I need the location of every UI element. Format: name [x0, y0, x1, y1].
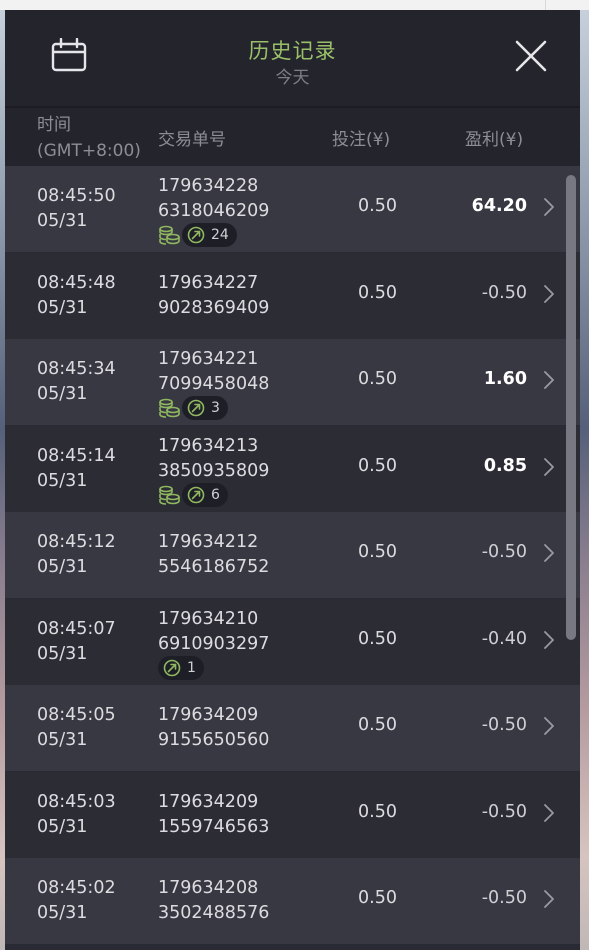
history-row[interactable]: 08:45:03 05/31 179634209 1559746563 0.50 -0.5… — [5, 771, 580, 858]
feature-count: 1 — [187, 659, 196, 676]
close-icon[interactable] — [513, 38, 549, 74]
history-row[interactable]: 08:45:12 05/31 179634212 5546186752 0.50 -0.5… — [5, 512, 580, 598]
feature-count: 6 — [211, 486, 220, 503]
row-order-id: 179634212 5546186752 — [158, 532, 270, 577]
row-bet: 0.50 — [358, 888, 397, 908]
history-row[interactable]: 08:45:07 05/31 179634210 6910903297 1 0.50 -0.… — [5, 598, 580, 685]
feature-count-badge: 3 — [182, 396, 228, 420]
history-row[interactable]: 08:45:14 05/31 179634213 3850935809 6 0.50 0.8… — [5, 425, 580, 512]
profit-column-header: 盈利(¥) — [465, 130, 524, 150]
chevron-right-icon[interactable] — [543, 803, 555, 823]
feature-count: 24 — [211, 227, 229, 243]
time-column-header: 时间 (GMT+8:00) — [37, 115, 141, 161]
row-profit: 0.85 — [483, 455, 527, 476]
row-time: 08:45:48 05/31 — [37, 272, 116, 318]
feature-count-badge: 24 — [182, 223, 237, 247]
coins-icon — [158, 225, 180, 245]
row-profit: -0.50 — [481, 542, 527, 562]
chevron-right-icon[interactable] — [543, 457, 555, 477]
order-column-header: 交易单号 — [158, 130, 226, 150]
row-order-id: 179634221 7099458048 — [158, 349, 270, 394]
scrollbar-thumb[interactable] — [566, 175, 576, 640]
row-order-id: 179634209 9155650560 — [158, 705, 270, 750]
row-bet: 0.50 — [358, 196, 397, 216]
row-bet: 0.50 — [358, 282, 397, 303]
row-bet: 0.50 — [358, 628, 397, 649]
chevron-right-icon[interactable] — [543, 284, 555, 304]
chevron-right-icon[interactable] — [543, 543, 555, 563]
feature-count-badge: 6 — [182, 482, 228, 507]
column-headers: 时间 (GMT+8:00) 交易单号 投注(¥) 盈利(¥) — [5, 106, 580, 166]
history-row[interactable]: 08:45:34 05/31 179634221 7099458048 3 0.50 1.6… — [5, 339, 580, 425]
row-time: 08:45:07 05/31 — [37, 618, 116, 664]
coins-icon — [158, 485, 180, 505]
chevron-right-icon[interactable] — [543, 889, 555, 909]
row-time: 08:45:50 05/31 — [37, 186, 116, 231]
row-profit: 1.60 — [483, 369, 527, 389]
row-bet: 0.50 — [358, 455, 397, 476]
feature-count: 3 — [211, 400, 220, 416]
row-time: 08:45:03 05/31 — [37, 791, 116, 837]
coins-icon — [158, 398, 180, 418]
browser-top-strip — [0, 0, 589, 10]
history-row[interactable]: 08:45:50 05/31 179634228 6318046209 24 0.50 64… — [5, 166, 580, 252]
row-time: 08:45:05 05/31 — [37, 705, 116, 750]
panel-header: 历史记录 今天 — [5, 10, 580, 106]
history-row[interactable]: 08:45:02 05/31 179634208 3502488576 0.50 -0.5… — [5, 858, 580, 944]
bet-column-header: 投注(¥) — [332, 130, 391, 150]
row-time: 08:45:34 05/31 — [37, 359, 116, 404]
row-bet: 0.50 — [358, 801, 397, 822]
row-profit: -0.40 — [481, 628, 527, 649]
row-time: 08:45:02 05/31 — [37, 878, 116, 923]
row-order-id: 179634208 3502488576 — [158, 878, 270, 923]
row-bet: 0.50 — [358, 369, 397, 389]
row-time: 08:45:14 05/31 — [37, 445, 116, 491]
row-profit: -0.50 — [481, 888, 527, 908]
chevron-right-icon[interactable] — [543, 370, 555, 390]
row-order-id: 179634209 1559746563 — [158, 791, 270, 837]
row-order-id: 179634228 6318046209 — [158, 176, 270, 221]
history-panel: 历史记录 今天 时间 (GMT+8:00) 交易单号 投注(¥) 盈利(¥) 0… — [5, 10, 580, 950]
chevron-right-icon[interactable] — [543, 630, 555, 650]
row-profit: -0.50 — [481, 801, 527, 822]
row-time: 08:45:12 05/31 — [37, 532, 116, 577]
row-bet: 0.50 — [358, 542, 397, 562]
chevron-right-icon[interactable] — [543, 197, 555, 217]
feature-count-badge: 1 — [158, 655, 204, 680]
chevron-right-icon[interactable] — [543, 716, 555, 736]
row-bet: 0.50 — [358, 715, 397, 735]
row-order-id: 179634213 3850935809 — [158, 435, 270, 481]
date-filter-label: 今天 — [275, 68, 310, 88]
row-order-id: 179634227 9028369409 — [158, 272, 270, 318]
row-profit: -0.50 — [481, 715, 527, 735]
row-order-id: 179634210 6910903297 — [158, 608, 270, 654]
history-row[interactable]: 08:45:05 05/31 179634209 9155650560 0.50 -0.5… — [5, 685, 580, 771]
history-row[interactable]: 08:45:48 05/31 179634227 9028369409 0.50 -0.5… — [5, 252, 580, 339]
row-profit: -0.50 — [481, 282, 527, 303]
row-profit: 64.20 — [471, 196, 527, 216]
page-title: 历史记录 — [248, 39, 337, 63]
